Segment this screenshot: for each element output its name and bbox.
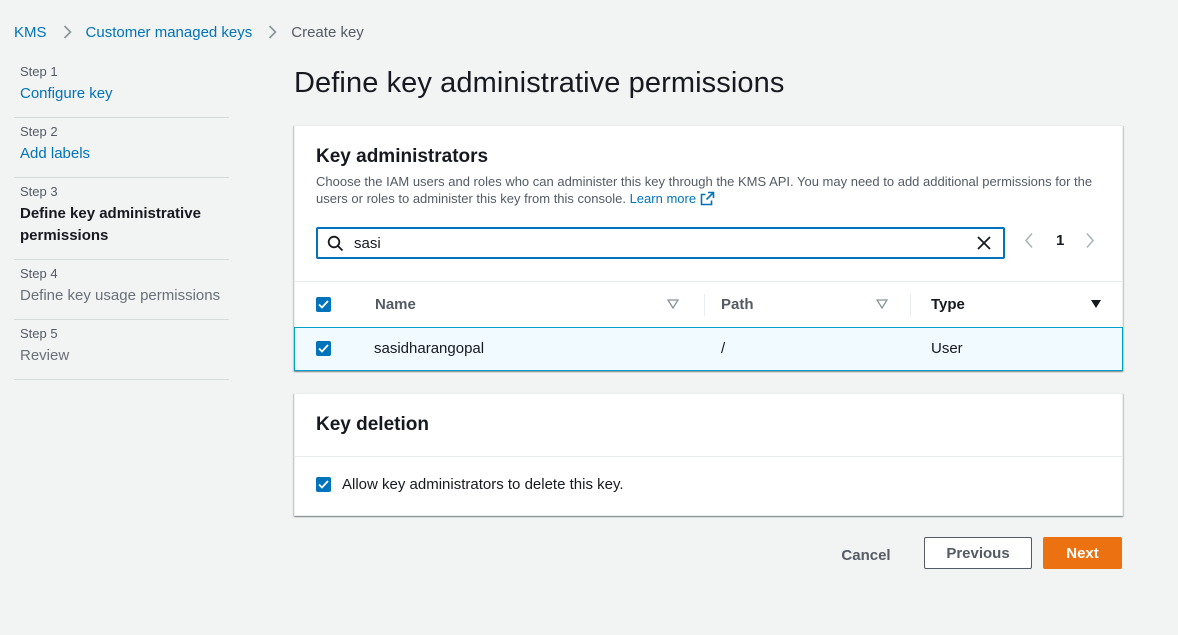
chevron-left-icon[interactable] xyxy=(1024,232,1034,249)
select-all-checkbox[interactable] xyxy=(316,297,331,312)
chevron-right-icon xyxy=(63,25,72,39)
row-name: sasidharangopal xyxy=(374,340,485,357)
current-page-number[interactable]: 1 xyxy=(1056,232,1064,249)
column-header-name[interactable]: Name xyxy=(375,296,416,313)
step-title-add-labels[interactable]: Add labels xyxy=(20,143,223,165)
row-type: User xyxy=(931,340,963,357)
step-title-define-usage-permissions: Define key usage permissions xyxy=(20,287,221,304)
wizard-step-2: Step 2 Add labels xyxy=(14,118,229,178)
sort-icon[interactable] xyxy=(876,299,888,309)
row-path: / xyxy=(721,340,726,357)
check-icon xyxy=(318,344,329,353)
pagination: 1 xyxy=(1024,232,1095,249)
row-checkbox[interactable] xyxy=(316,341,331,356)
breadcrumb-current: Create key xyxy=(291,23,364,41)
search-input[interactable] xyxy=(354,234,976,252)
sort-descending-icon[interactable] xyxy=(1090,299,1102,309)
column-header-type[interactable]: Type xyxy=(931,296,965,313)
step-title-define-admin-permissions: Define key administrative permissions xyxy=(20,205,201,244)
breadcrumb: KMS Customer managed keys Create key xyxy=(14,21,364,43)
learn-more-link[interactable]: Learn more xyxy=(630,191,696,206)
previous-button[interactable]: Previous xyxy=(924,537,1032,569)
step-number: Step 5 xyxy=(20,326,58,341)
chevron-right-icon xyxy=(268,25,277,39)
column-divider xyxy=(704,294,705,316)
step-number: Step 4 xyxy=(20,266,58,281)
column-header-path[interactable]: Path xyxy=(721,296,754,313)
page-title: Define key administrative permissions xyxy=(294,67,785,99)
check-icon xyxy=(318,300,329,309)
step-number: Step 2 xyxy=(20,124,58,139)
breadcrumb-kms-link[interactable]: KMS xyxy=(14,24,47,41)
check-icon xyxy=(318,480,329,489)
step-number: Step 1 xyxy=(20,64,58,79)
column-divider xyxy=(910,294,911,316)
key-administrators-heading: Key administrators xyxy=(316,146,489,167)
step-number: Step 3 xyxy=(20,184,58,199)
next-button[interactable]: Next xyxy=(1043,537,1122,569)
external-link-icon[interactable] xyxy=(700,191,715,210)
sort-icon[interactable] xyxy=(667,299,679,309)
breadcrumb-customer-managed-keys-link[interactable]: Customer managed keys xyxy=(86,24,253,41)
key-deletion-panel: Key deletion Allow key administrators to… xyxy=(294,393,1123,516)
allow-delete-option[interactable]: Allow key administrators to delete this … xyxy=(316,476,624,493)
chevron-right-icon[interactable] xyxy=(1085,232,1095,249)
wizard-step-3: Step 3 Define key administrative permiss… xyxy=(14,178,229,260)
key-administrators-description: Choose the IAM users and roles who can a… xyxy=(316,173,1106,210)
allow-delete-checkbox[interactable] xyxy=(316,477,331,492)
wizard-steps: Step 1 Configure key Step 2 Add labels S… xyxy=(14,58,229,380)
divider xyxy=(295,456,1122,457)
table-row[interactable]: sasidharangopal / User xyxy=(294,327,1123,371)
search-field xyxy=(316,227,1005,259)
key-administrators-panel: Key administrators Choose the IAM users … xyxy=(294,125,1123,371)
wizard-step-5: Step 5 Review xyxy=(14,320,229,380)
table-header: Name Path Type xyxy=(295,281,1122,327)
close-icon[interactable] xyxy=(976,235,992,251)
step-title-configure-key[interactable]: Configure key xyxy=(20,83,223,105)
search-icon xyxy=(327,235,344,252)
cancel-button[interactable]: Cancel xyxy=(829,540,903,570)
allow-delete-label: Allow key administrators to delete this … xyxy=(342,476,624,493)
step-title-review: Review xyxy=(20,347,70,364)
key-deletion-heading: Key deletion xyxy=(316,414,429,435)
wizard-step-1: Step 1 Configure key xyxy=(14,58,229,118)
wizard-step-4: Step 4 Define key usage permissions xyxy=(14,260,229,320)
